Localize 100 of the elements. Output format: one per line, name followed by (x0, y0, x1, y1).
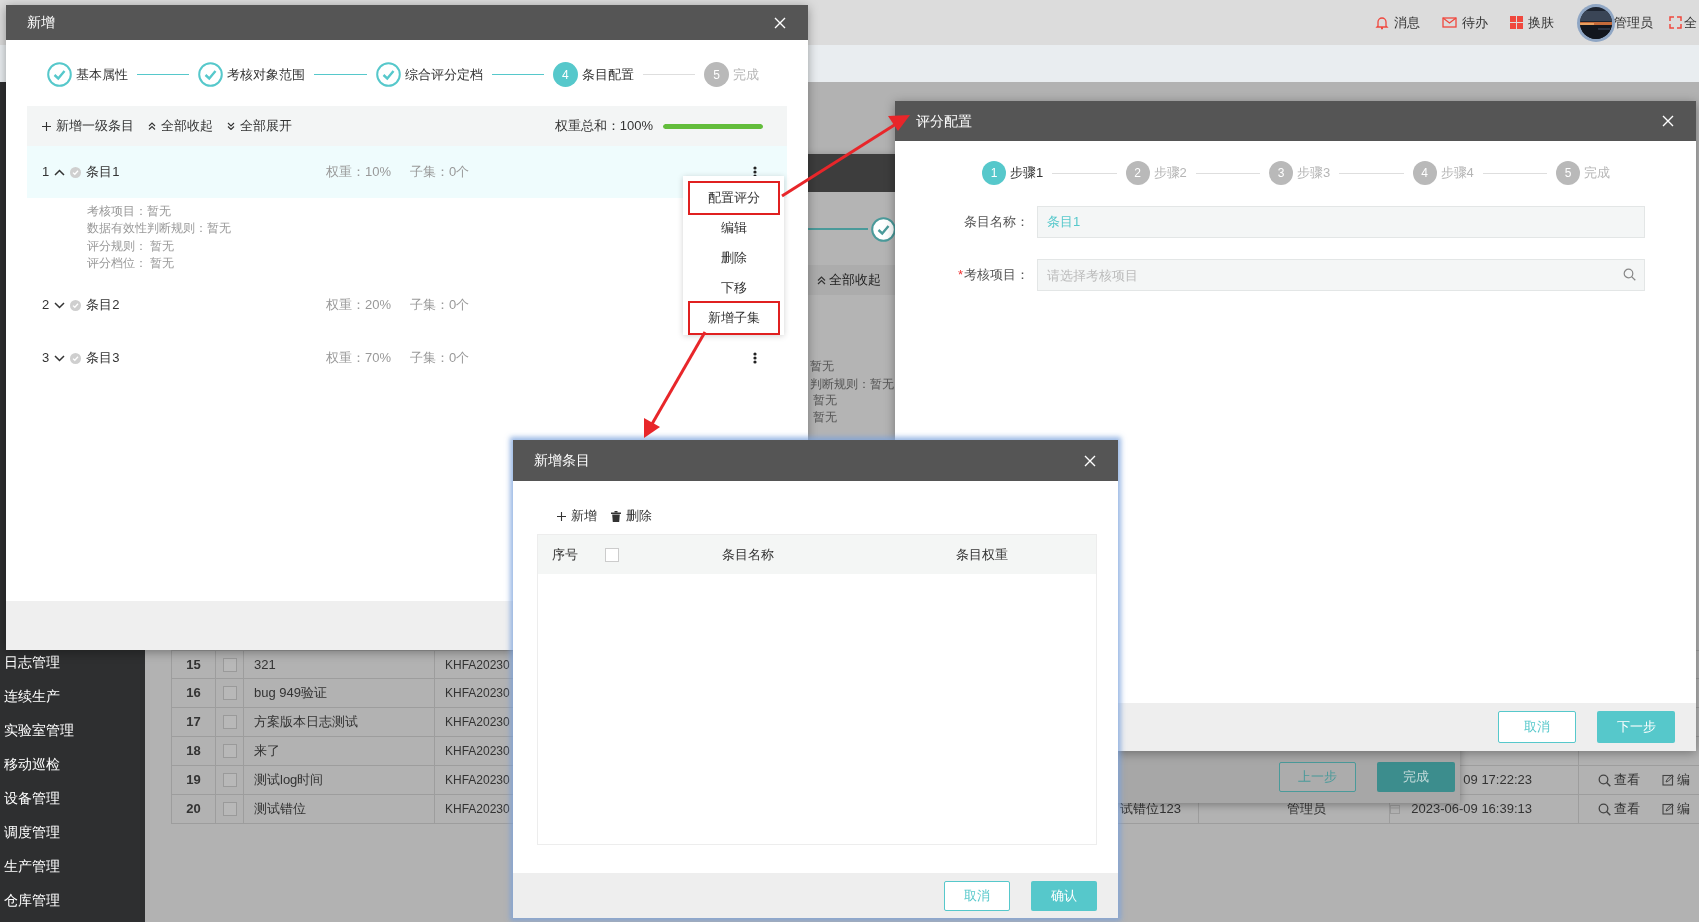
checkbox[interactable] (222, 715, 237, 729)
collapse-icon (148, 122, 156, 130)
mail-icon (1442, 16, 1457, 29)
toolbar-link[interactable]: 新增 (571, 506, 597, 526)
step-label: 条目配置 (581, 65, 634, 84)
checkbox[interactable] (222, 686, 237, 700)
table-cell-text: 试错位123 (1120, 800, 1181, 819)
search-icon (1598, 802, 1611, 816)
item-weight: 权重：10% (326, 163, 393, 182)
sidebar-item[interactable]: 日志管理 (0, 650, 145, 675)
detail-text: 暂无 (813, 392, 837, 409)
step-number: 5 (1556, 161, 1580, 185)
action-link[interactable]: 编 (1677, 770, 1690, 790)
step-label: 综合评分定档 (404, 65, 483, 84)
step-label: 步骤4 (1440, 164, 1474, 183)
checkbox[interactable] (222, 744, 237, 758)
collapse-icon (817, 275, 826, 285)
header-link[interactable]: 全 (1684, 12, 1697, 33)
dialog-title: 新增 (27, 13, 55, 32)
field-label: 条目名称： (964, 213, 1029, 232)
header-link[interactable]: 换肤 (1528, 12, 1554, 33)
step-label: 完成 (733, 65, 759, 84)
menu-item[interactable]: 新增子集 (689, 303, 778, 333)
detail-text: 评分档位： 暂无 (87, 254, 175, 272)
step-label: 步骤2 (1153, 164, 1187, 183)
table-cell-text: 测试错位 (254, 800, 306, 819)
step-number: 4 (1412, 161, 1437, 185)
table-cell-text: KHFA20230 (445, 772, 510, 789)
row-number: 17 (171, 708, 216, 736)
action-link[interactable]: 查看 (1614, 799, 1640, 819)
detail-text: 暂无 (810, 358, 834, 375)
item-name: 条目1 (86, 163, 120, 182)
column-header: 条目权重 (955, 545, 1009, 564)
check-circle-icon (70, 166, 82, 178)
detail-text: 数据有效性判断规则：暂无 (87, 220, 231, 238)
toolbar-link[interactable]: 全部收起 (829, 270, 881, 290)
sidebar-item[interactable]: 仓库管理 (0, 888, 145, 913)
toolbar-link[interactable]: 全部收起 (161, 116, 213, 136)
row-number: 1 (42, 163, 50, 182)
user-name[interactable]: 管理员 (1614, 12, 1653, 33)
checkbox[interactable] (222, 773, 237, 787)
header-link[interactable]: 待办 (1462, 12, 1488, 33)
action-link[interactable]: 查看 (1614, 770, 1640, 790)
edit-icon (1662, 774, 1674, 786)
row-number: 15 (171, 651, 216, 678)
sidebar-item[interactable]: 移动巡检 (0, 752, 145, 777)
toolbar-link[interactable]: 全部展开 (240, 116, 292, 136)
table-cell-text: 09 17:22:23 (1463, 771, 1532, 790)
table-cell-text: 方案版本日志测试 (254, 713, 358, 732)
item-name: 条目2 (86, 296, 120, 315)
checkbox[interactable] (222, 657, 237, 672)
column-header: 条目名称 (721, 545, 775, 564)
grid-icon (1510, 16, 1523, 29)
detail-text: 评分规则： 暂无 (87, 237, 175, 255)
step-number: 4 (552, 62, 578, 87)
sidebar-item[interactable]: 设备管理 (0, 786, 145, 811)
menu-item[interactable]: 编辑 (689, 213, 778, 243)
step-number: 5 (704, 62, 729, 87)
table-cell-text: 测试log时间 (254, 771, 324, 790)
detail-text: 暂无 (813, 409, 837, 426)
item-weight: 权重：70% (326, 349, 393, 368)
menu-item[interactable]: 删除 (689, 243, 778, 273)
close-icon (1662, 115, 1674, 127)
sidebar-item[interactable]: 调度管理 (0, 820, 145, 845)
step-number: 2 (1125, 161, 1150, 185)
search-icon (1598, 773, 1611, 787)
item-children-count: 子集：0个 (410, 296, 470, 315)
row-number: 3 (42, 349, 50, 368)
kebab-icon (753, 352, 757, 365)
search-icon (1623, 268, 1636, 281)
sidebar-item[interactable]: 实验室管理 (0, 718, 145, 743)
toolbar-link[interactable]: 新增一级条目 (56, 116, 134, 136)
trash-icon (611, 510, 621, 522)
item-weight: 权重：20% (326, 296, 393, 315)
weight-total: 权重总和：100% (554, 117, 653, 136)
close-button[interactable] (1660, 113, 1676, 129)
table-cell-text: KHFA20230 (445, 685, 510, 702)
step-label: 基本属性 (76, 65, 128, 84)
check-circle-icon (70, 299, 82, 311)
header-link[interactable]: 消息 (1394, 12, 1420, 33)
row-number: 16 (171, 679, 216, 707)
checkbox[interactable] (222, 802, 237, 816)
toolbar-link[interactable]: 删除 (626, 506, 652, 526)
table-cell-text: bug 949验证 (254, 684, 327, 703)
detail-text: 判断规则：暂无 (810, 376, 894, 393)
dialog-title: 评分配置 (916, 111, 972, 131)
step-label: 考核对象范围 (227, 65, 306, 84)
more-button[interactable] (752, 351, 758, 366)
table-cell-text: KHFA20230 (445, 801, 510, 818)
action-link[interactable]: 编 (1677, 799, 1690, 819)
step-label: 完成 (1584, 164, 1610, 183)
step-number: 3 (1269, 161, 1293, 185)
check-circle-icon (70, 352, 82, 364)
item-children-count: 子集：0个 (410, 163, 470, 182)
sidebar-item[interactable]: 连续生产 (0, 684, 145, 709)
checkbox[interactable] (605, 547, 619, 562)
column-header: 序号 (551, 545, 579, 564)
field-label: 考核项目： (964, 266, 1029, 285)
row-number: 20 (171, 795, 216, 823)
sidebar-item[interactable]: 生产管理 (0, 854, 145, 879)
